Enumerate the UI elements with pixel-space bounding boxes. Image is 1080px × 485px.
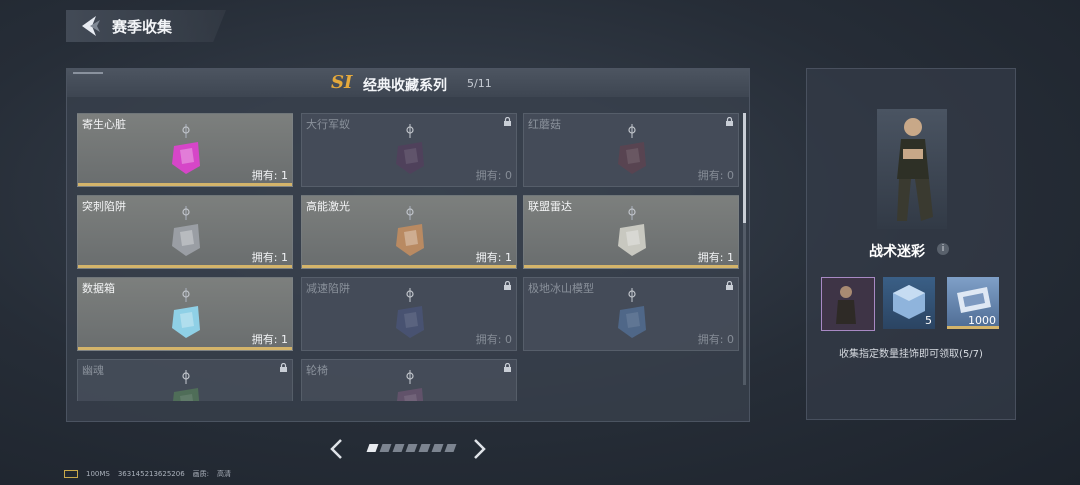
pendant-card[interactable]: 极地冰山模型 拥有: 0 bbox=[523, 277, 739, 351]
scrollbar[interactable] bbox=[743, 113, 746, 385]
page-dot[interactable] bbox=[366, 444, 379, 452]
reward-quantity: 5 bbox=[925, 314, 932, 327]
owned-count: 拥有: 0 bbox=[475, 169, 512, 182]
page-indicator bbox=[366, 444, 457, 452]
quality-value: 高清 bbox=[217, 470, 232, 478]
pendant-name: 减速陷阱 bbox=[306, 282, 350, 295]
series-progress: 5/11 bbox=[467, 77, 492, 90]
reward-hint: 收集指定数量挂饰即可领取(5/7) bbox=[839, 349, 983, 360]
reward-item-skin[interactable] bbox=[821, 277, 875, 331]
pendant-card[interactable]: 大行军蚁 拥有: 0 bbox=[301, 113, 517, 187]
ant-pendant-icon bbox=[396, 124, 424, 174]
page-dot[interactable] bbox=[431, 444, 444, 452]
scroll-thumb[interactable] bbox=[743, 113, 746, 223]
pendant-name: 数据箱 bbox=[82, 282, 115, 295]
owned-count: 拥有: 1 bbox=[251, 169, 288, 182]
iceberg-pendant-icon bbox=[618, 288, 646, 338]
ghost-pendant-icon bbox=[173, 370, 200, 401]
player-uid: 363145213625206 bbox=[117, 470, 185, 478]
page-dot[interactable] bbox=[405, 444, 418, 452]
page-title: 赛季收集 bbox=[112, 18, 173, 36]
pendant-card[interactable]: 寄生心脏 拥有: 1 bbox=[77, 113, 293, 187]
series-header: SI 经典收藏系列 5/11 bbox=[67, 69, 749, 97]
laser-pendant-icon bbox=[396, 206, 424, 256]
character-portrait bbox=[877, 109, 947, 229]
pendant-name: 红蘑菇 bbox=[528, 118, 561, 131]
reward-item-ticket[interactable]: 1000 bbox=[947, 277, 999, 329]
pendant-card[interactable]: 轮椅 bbox=[301, 359, 517, 401]
owned-count: 拥有: 1 bbox=[251, 333, 288, 346]
pendant-name: 寄生心脏 bbox=[82, 118, 126, 131]
page-dot[interactable] bbox=[444, 444, 457, 452]
lock-icon bbox=[280, 363, 287, 372]
page-dot[interactable] bbox=[392, 444, 405, 452]
wheelchair-pendant-icon bbox=[397, 370, 424, 401]
header-decoration bbox=[73, 72, 103, 74]
reward-panel: 战术迷彩 i 5 1000 收集指定数量挂饰即可领取(5/7) bbox=[806, 68, 1016, 420]
owned-count: 拥有: 1 bbox=[475, 251, 512, 264]
owned-count: 拥有: 0 bbox=[697, 333, 734, 346]
lock-icon bbox=[504, 117, 511, 126]
pendant-name: 联盟雷达 bbox=[528, 200, 572, 213]
pendant-card[interactable]: 减速陷阱 拥有: 0 bbox=[301, 277, 517, 351]
battery-icon bbox=[64, 470, 78, 478]
quality-label: 画质: bbox=[192, 470, 210, 478]
slow-trap-pendant-icon bbox=[396, 288, 424, 338]
series-badge: SI bbox=[331, 72, 353, 93]
back-arrow-icon[interactable] bbox=[78, 15, 102, 37]
radar-pendant-icon bbox=[618, 206, 646, 256]
pendant-name: 幽魂 bbox=[82, 364, 104, 377]
lock-icon bbox=[726, 281, 733, 290]
owned-count: 拥有: 1 bbox=[251, 251, 288, 264]
pendant-card[interactable]: 红蘑菇 拥有: 0 bbox=[523, 113, 739, 187]
pink-heart-pendant-icon bbox=[172, 124, 200, 174]
pendant-card[interactable]: 高能激光 拥有: 1 bbox=[301, 195, 517, 269]
pendant-card[interactable]: 数据箱 拥有: 1 bbox=[77, 277, 293, 351]
pendant-card[interactable]: 幽魂 bbox=[77, 359, 293, 401]
lock-icon bbox=[726, 117, 733, 126]
spike-trap-pendant-icon bbox=[172, 206, 200, 256]
reward-name: 战术迷彩 bbox=[869, 244, 925, 260]
mushroom-pendant-icon bbox=[618, 124, 646, 174]
pendant-name: 大行军蚁 bbox=[306, 118, 350, 131]
info-icon[interactable]: i bbox=[937, 243, 949, 255]
pendant-name: 高能激光 bbox=[306, 200, 350, 213]
pendant-name: 极地冰山模型 bbox=[528, 282, 594, 295]
lock-icon bbox=[504, 281, 511, 290]
data-box-pendant-icon bbox=[172, 288, 200, 338]
collection-panel: SI 经典收藏系列 5/11 寄生心脏 拥有: 1大行军蚁 拥有: 0 红蘑菇 bbox=[66, 68, 750, 422]
owned-count: 拥有: 0 bbox=[697, 169, 734, 182]
owned-count: 拥有: 0 bbox=[475, 333, 512, 346]
pendant-name: 轮椅 bbox=[306, 364, 328, 377]
reward-item-crate[interactable]: 5 bbox=[883, 277, 935, 329]
pendant-card[interactable]: 突刺陷阱 拥有: 1 bbox=[77, 195, 293, 269]
reward-quantity: 1000 bbox=[968, 314, 996, 327]
prev-page-arrow-icon[interactable] bbox=[328, 437, 346, 461]
series-title: 经典收藏系列 bbox=[363, 78, 447, 94]
next-page-arrow-icon[interactable] bbox=[470, 437, 488, 461]
pendant-name: 突刺陷阱 bbox=[82, 200, 126, 213]
owned-count: 拥有: 1 bbox=[697, 251, 734, 264]
page-dot[interactable] bbox=[418, 444, 431, 452]
page-dot[interactable] bbox=[379, 444, 392, 452]
lock-icon bbox=[504, 363, 511, 372]
status-footer: 100MS 363145213625206 画质: 高清 bbox=[64, 469, 231, 479]
character-figure-icon bbox=[897, 118, 933, 221]
character-skin-icon bbox=[836, 286, 856, 324]
pendant-grid: 寄生心脏 拥有: 1 大行军蚁 拥有: 0 红蘑菇 拥有: 0 突刺陷阱 拥有:… bbox=[77, 113, 739, 401]
ping-value: 100MS bbox=[86, 470, 110, 478]
pendant-card[interactable]: 联盟雷达 拥有: 1 bbox=[523, 195, 739, 269]
